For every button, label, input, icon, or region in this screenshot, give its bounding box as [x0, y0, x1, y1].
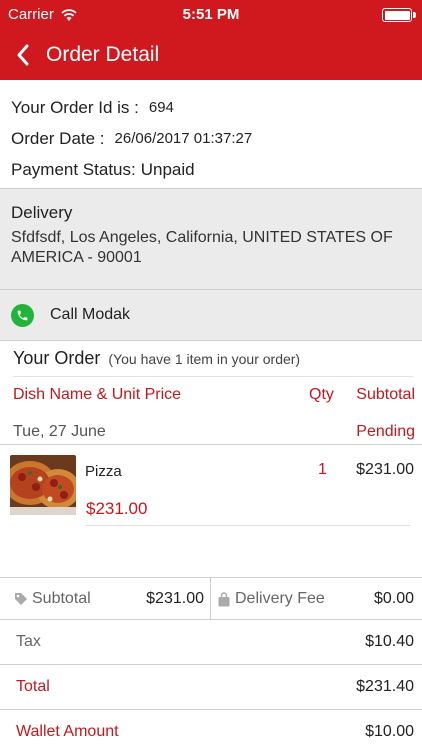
item-name: Pizza: [85, 463, 122, 480]
subtotal-label: Subtotal: [32, 590, 91, 607]
order-id-row: Your Order Id is : 694: [11, 92, 422, 123]
summary-divider: [210, 578, 211, 620]
payment-status-value: Unpaid: [140, 159, 195, 179]
your-order-title: Your Order: [13, 348, 101, 368]
col-dish-header: Dish Name & Unit Price: [13, 386, 182, 403]
order-id-value: 694: [148, 99, 174, 116]
wallet-row: Wallet Amount $10.00: [0, 710, 422, 750]
your-order-note: (You have 1 item in your order): [108, 350, 301, 367]
delivery-date: Tue, 27 June: [13, 423, 106, 440]
item-divider: [85, 525, 411, 526]
call-label: Call Modak: [50, 306, 131, 323]
payment-status-label: Payment Status:: [11, 159, 136, 179]
item-unit-price: $231.00: [86, 499, 148, 518]
order-date-label: Order Date :: [11, 128, 105, 148]
page-title: Order Detail: [46, 43, 160, 66]
tag-icon: [15, 593, 27, 605]
order-status-badge: Pending: [356, 423, 415, 440]
delivery-section: Delivery Sfdfsdf, Los Angeles, Californi…: [0, 188, 422, 289]
subtotal-label-group: Subtotal: [14, 578, 91, 620]
status-bar: Carrier 5:51 PM: [0, 0, 422, 30]
order-date-value: 26/06/2017 01:37:27: [114, 130, 253, 147]
bag-icon: [218, 591, 230, 606]
order-info: Your Order Id is : 694 Order Date : 26/0…: [0, 80, 422, 188]
back-button[interactable]: [0, 30, 46, 80]
item-qty: 1: [318, 461, 327, 478]
tax-label: Tax: [16, 633, 41, 650]
delivery-fee-label-group: Delivery Fee: [218, 578, 325, 620]
call-restaurant-button[interactable]: Call Modak: [0, 289, 422, 341]
nav-bar: Order Detail: [0, 30, 422, 80]
order-id-label: Your Order Id is :: [11, 97, 139, 117]
order-date-row: Order Date : 26/06/2017 01:37:27: [11, 123, 422, 154]
col-subtotal-header: Subtotal: [356, 386, 415, 403]
payment-status-row: Payment Status: Unpaid: [11, 154, 422, 185]
tax-row: Tax $10.40: [0, 620, 422, 665]
total-row: Total $231.40: [0, 665, 422, 710]
your-order-header: Your Order (You have 1 item in your orde…: [13, 341, 413, 377]
delivery-fee-label: Delivery Fee: [235, 590, 325, 607]
item-subtotal: $231.00: [356, 461, 414, 478]
total-label: Total: [16, 678, 50, 695]
list-item: Pizza $231.00 1 $231.00: [0, 445, 422, 527]
column-headers: Dish Name & Unit Price Qty Subtotal: [13, 377, 415, 413]
battery-icon: [382, 8, 416, 22]
delivery-title: Delivery: [11, 203, 73, 222]
subtotal-value: $231.00: [146, 590, 204, 607]
phone-icon: [11, 303, 34, 327]
clock: 5:51 PM: [182, 6, 240, 23]
summary-top-row: Subtotal $231.00 Delivery Fee $0.00: [0, 577, 422, 620]
wallet-value: $10.00: [365, 723, 414, 740]
back-chevron-icon: [17, 44, 29, 66]
delivery-fee-value: $0.00: [373, 590, 414, 607]
wallet-label: Wallet Amount: [16, 723, 119, 740]
order-date-group: Tue, 27 June Pending: [13, 413, 415, 445]
total-value: $231.40: [356, 678, 414, 695]
tax-value: $10.40: [365, 633, 414, 650]
delivery-address: Sfdfsdf, Los Angeles, California, UNITED…: [11, 229, 393, 266]
col-qty-header: Qty: [309, 386, 334, 403]
pizza-image: [10, 455, 76, 515]
